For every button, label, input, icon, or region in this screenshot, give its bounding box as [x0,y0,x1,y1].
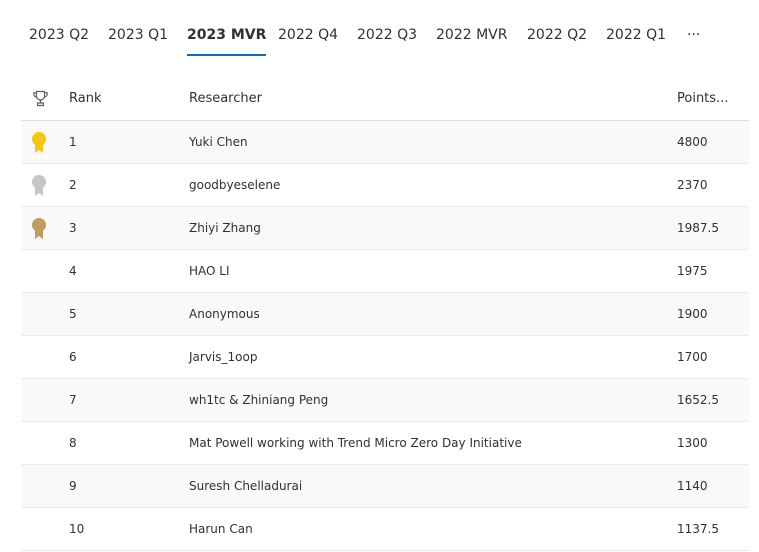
points-cell: 1700 [677,350,708,364]
researcher-cell: Anonymous [189,307,260,321]
researcher-cell: Harun Can [189,522,253,536]
rank-cell: 1 [69,135,77,149]
gold-medal-icon [32,132,46,153]
rank-cell: 3 [69,221,77,235]
rank-cell: 8 [69,436,77,450]
table-header: Rank Researcher Points... [21,78,749,121]
table-row: 6 Jarvis_1oop 1700 [21,336,749,379]
rank-cell: 6 [69,350,77,364]
rank-cell: 5 [69,307,77,321]
researcher-cell: Mat Powell working with Trend Micro Zero… [189,436,522,450]
table-row: 1 Yuki Chen 4800 [21,121,749,164]
table-row: 10 Harun Can 1137.5 [21,508,749,551]
points-cell: 1975 [677,264,708,278]
table-row: 7 wh1tc & Zhiniang Peng 1652.5 [21,379,749,422]
points-column-header[interactable]: Points... [677,90,728,108]
tab-2022-q3[interactable]: 2022 Q3 [357,25,417,58]
trophy-icon [33,90,48,107]
points-cell: 4800 [677,135,708,149]
points-cell: 1652.5 [677,393,719,407]
rank-column-header[interactable]: Rank [69,90,101,108]
rank-cell: 4 [69,264,77,278]
researcher-cell: goodbyeselene [189,178,281,192]
points-cell: 2370 [677,178,708,192]
tab-2023-q1[interactable]: 2023 Q1 [108,25,168,58]
rank-cell: 7 [69,393,77,407]
points-cell: 1987.5 [677,221,719,235]
silver-medal-icon [32,175,46,196]
table-row: 3 Zhiyi Zhang 1987.5 [21,207,749,250]
bronze-medal-icon [32,218,46,239]
table-row: 8 Mat Powell working with Trend Micro Ze… [21,422,749,465]
points-cell: 1300 [677,436,708,450]
points-cell: 1140 [677,479,708,493]
researcher-cell: Yuki Chen [189,135,248,149]
rank-cell: 2 [69,178,77,192]
table-row: 4 HAO LI 1975 [21,250,749,293]
researcher-cell: Zhiyi Zhang [189,221,261,235]
researcher-cell: Suresh Chelladurai [189,479,303,493]
table-row: 2 goodbyeselene 2370 [21,164,749,207]
leaderboard-table: Rank Researcher Points... 1 Yuki Chen 48… [21,78,749,551]
researcher-cell: wh1tc & Zhiniang Peng [189,393,329,407]
tab-2023-q2[interactable]: 2023 Q2 [29,25,89,58]
table-row: 9 Suresh Chelladurai 1140 [21,465,749,508]
researcher-column-header[interactable]: Researcher [189,90,262,108]
rank-cell: 10 [69,522,85,536]
more-tabs-button[interactable]: ··· [687,25,700,58]
table-row: 5 Anonymous 1900 [21,293,749,336]
tab-2022-q4[interactable]: 2022 Q4 [278,25,338,58]
rank-cell: 9 [69,479,77,493]
points-cell: 1137.5 [677,522,719,536]
points-cell: 1900 [677,307,708,321]
tab-2023-mvr[interactable]: 2023 MVR [187,25,267,58]
tab-2022-q1[interactable]: 2022 Q1 [606,25,666,58]
tab-2022-mvr[interactable]: 2022 MVR [436,25,507,58]
tab-label: 2023 MVR [187,27,267,43]
tab-2022-q2[interactable]: 2022 Q2 [527,25,587,58]
researcher-cell: Jarvis_1oop [189,350,258,364]
tab-bar: 2023 Q2 2023 Q1 2023 MVR 2022 Q4 2022 Q3… [0,0,759,70]
active-tab-indicator [187,54,267,56]
researcher-cell: HAO LI [189,264,230,278]
